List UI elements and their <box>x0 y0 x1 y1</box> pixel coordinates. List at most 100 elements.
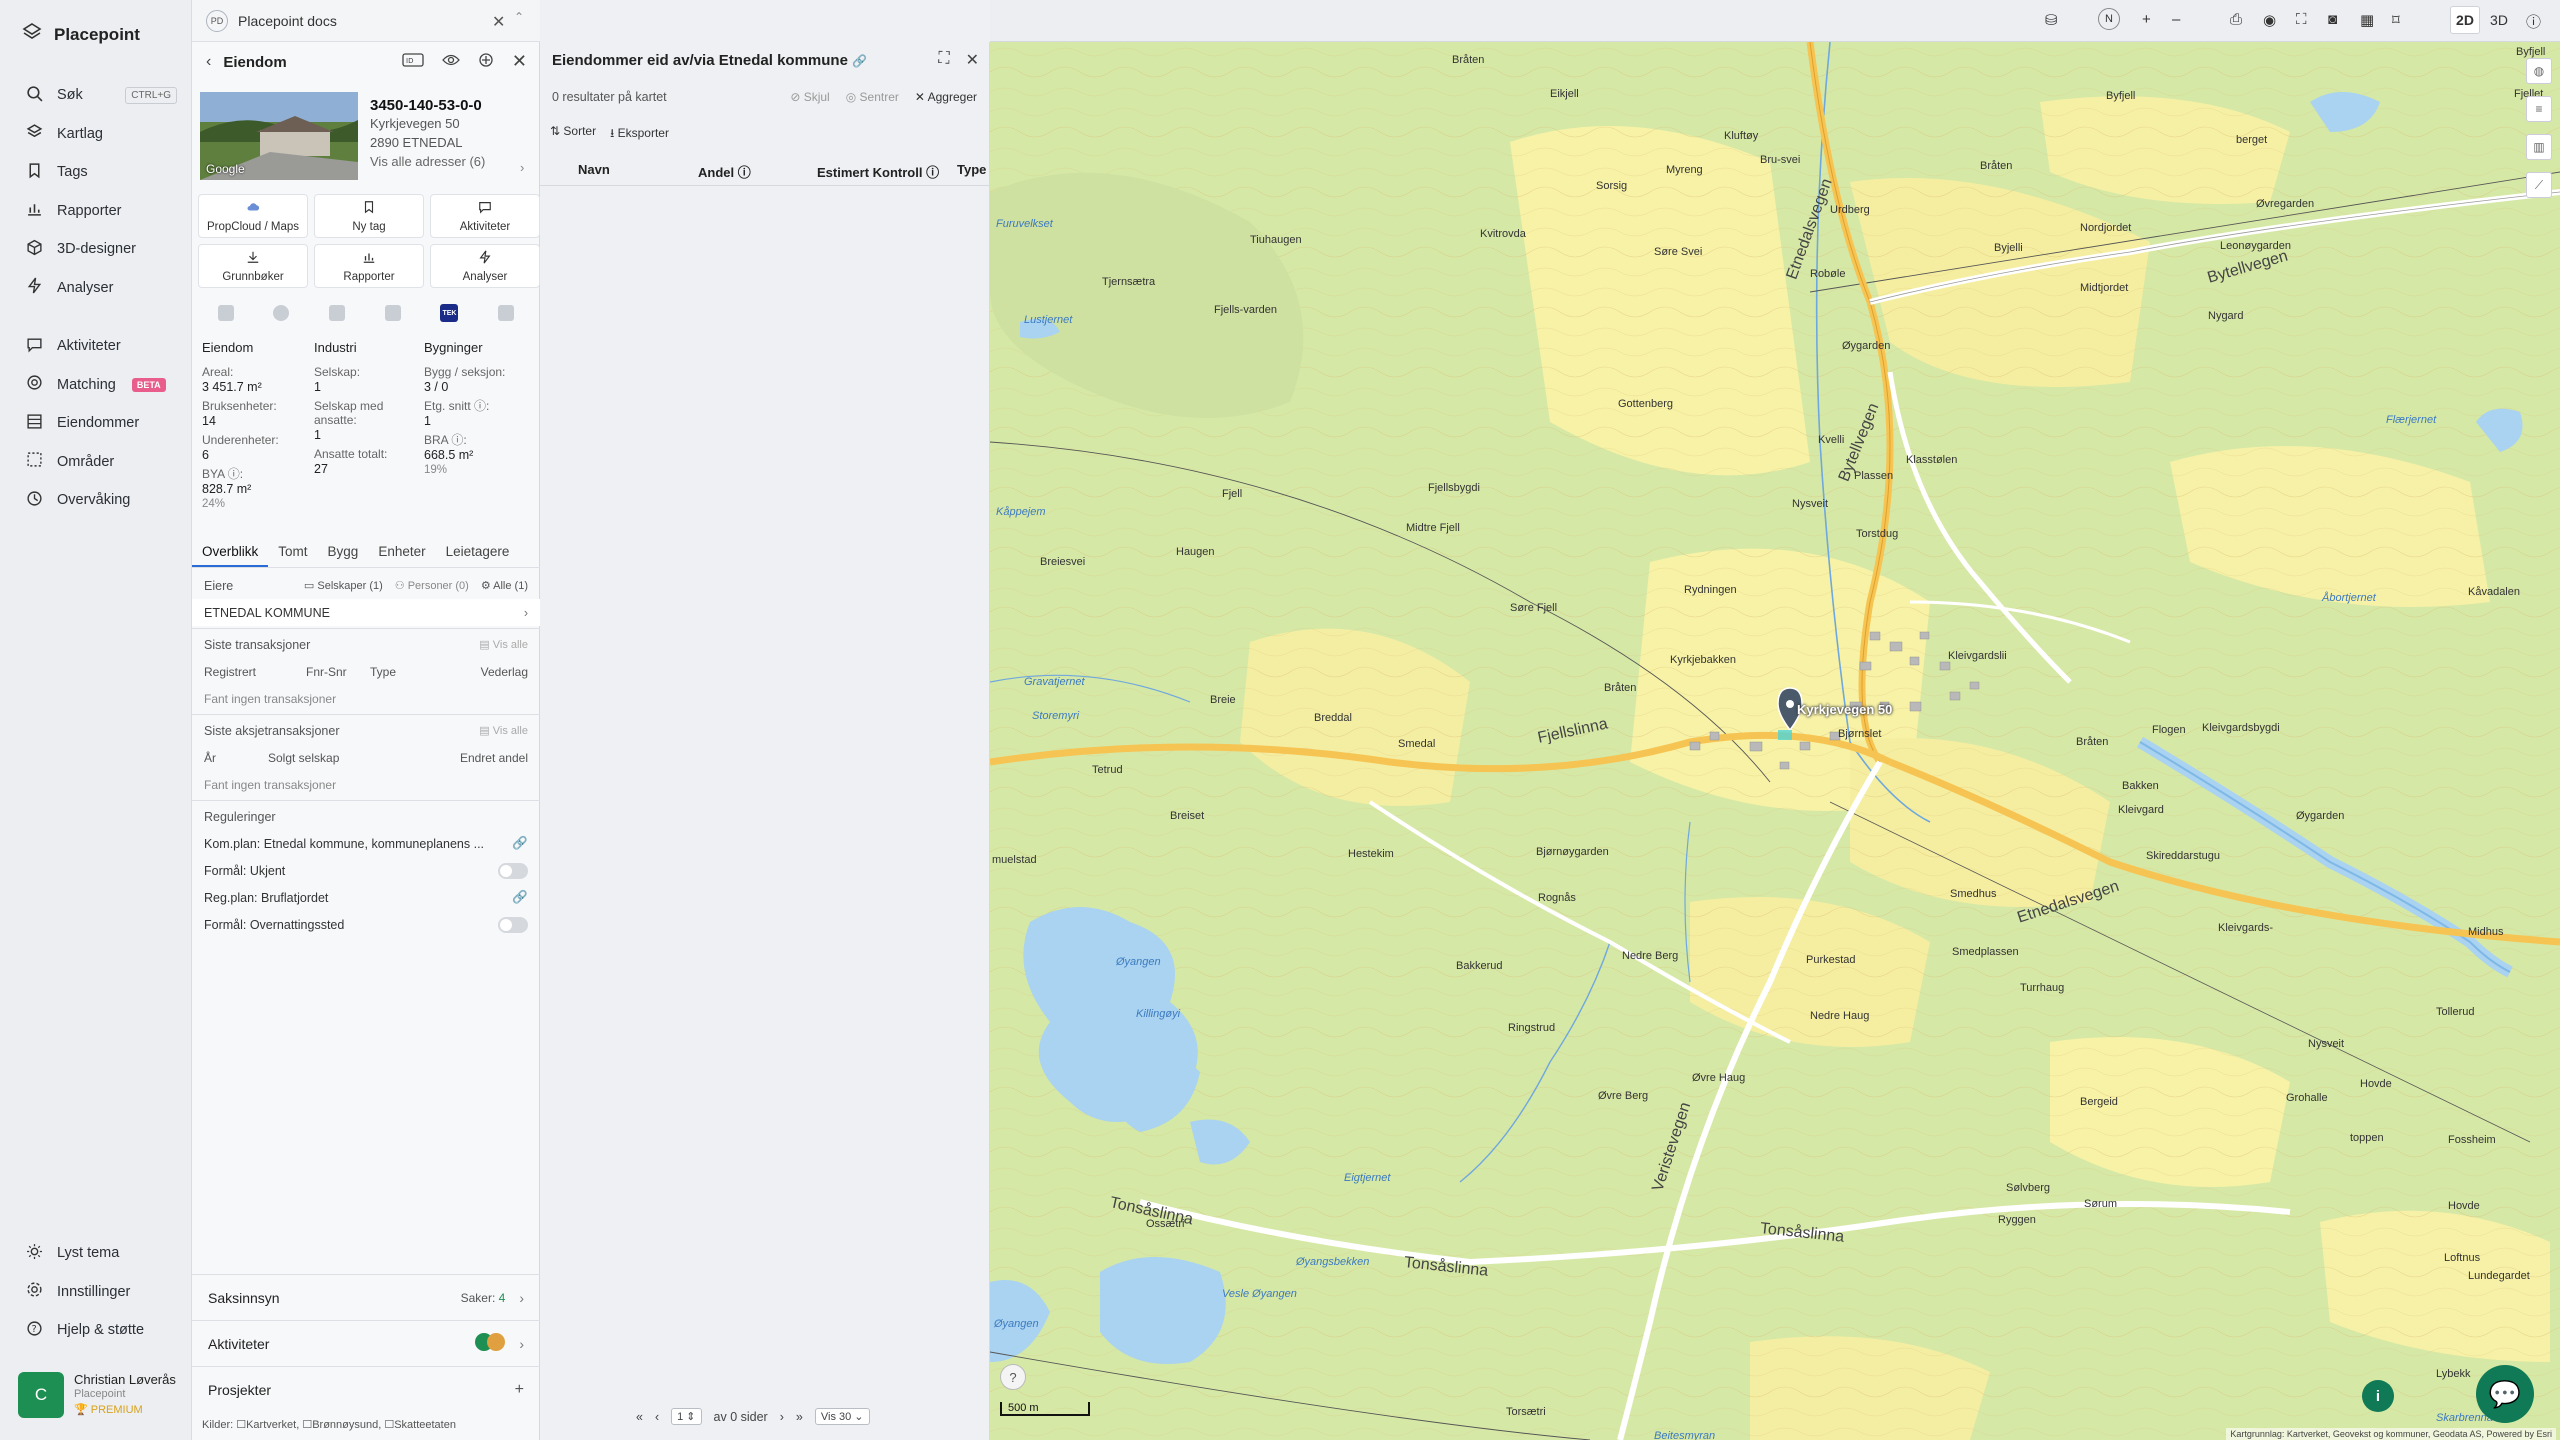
chat-button[interactable]: 💬 <box>2476 1365 2534 1423</box>
close-icon[interactable]: ✕ <box>512 51 527 72</box>
nav-item-tags[interactable]: Tags <box>0 153 191 192</box>
help-icon[interactable]: ? <box>1000 1364 1026 1390</box>
fullscreen-icon[interactable]: ⛶ <box>2296 11 2307 28</box>
hide-button[interactable]: ⊘ Skjul <box>790 90 829 104</box>
sort-button[interactable]: ⇅ Sorter <box>550 124 596 145</box>
zoom-out-icon[interactable]: – <box>2172 11 2180 28</box>
nav-item-omrader[interactable]: Områder <box>0 443 191 482</box>
column-header[interactable]: Navn <box>578 162 610 177</box>
reports-button[interactable]: Rapporter <box>314 244 424 288</box>
chevron-right-icon[interactable]: › <box>520 160 524 175</box>
source-tab-icon[interactable] <box>384 305 401 321</box>
crosshair-icon[interactable] <box>478 52 494 72</box>
filter-companies[interactable]: ▭ Selskaper (1) <box>304 579 383 592</box>
aggregate-button[interactable]: ✕ Aggreger <box>915 90 977 104</box>
user-profile[interactable]: C Christian Løverås Placepoint 🏆 PREMIUM <box>18 1372 176 1418</box>
show-all-stock[interactable]: ▤ Vis alle <box>479 724 528 737</box>
tab-enheter[interactable]: Enheter <box>368 536 435 567</box>
eye-icon[interactable] <box>442 53 460 71</box>
nav-item-search[interactable]: Søk CTRL+G <box>0 76 191 115</box>
center-button[interactable]: ◎ Sentrer <box>846 90 899 104</box>
id-card-icon[interactable]: ID <box>402 52 424 72</box>
regulation-row[interactable]: Kom.plan: Etnedal kommune, kommuneplanen… <box>192 830 540 857</box>
first-page-icon[interactable]: « <box>636 1410 643 1424</box>
eye-icon[interactable]: ◉ <box>2263 11 2276 29</box>
nav-item-help[interactable]: ? Hjelp & støtte <box>0 1311 191 1350</box>
new-tag-button[interactable]: Ny tag <box>314 194 424 238</box>
chart-icon[interactable]: ▥ <box>2526 134 2552 160</box>
nav-item-rapporter[interactable]: Rapporter <box>0 192 191 231</box>
back-icon[interactable]: ‹ <box>206 53 211 71</box>
brand[interactable]: Placepoint <box>22 22 140 47</box>
column-header[interactable]: Estimert Kontroll ⓘ <box>817 162 939 181</box>
camera-icon[interactable]: ◙ <box>2328 11 2337 28</box>
layers-stack-icon[interactable]: ⛁ <box>2045 11 2058 29</box>
link-icon[interactable]: 🔗 <box>852 54 867 68</box>
regulation-toggle[interactable] <box>498 916 528 933</box>
document-tab[interactable]: PD Placepoint docs ✕ ⌃ <box>192 0 540 42</box>
link-icon[interactable]: 🔗 <box>512 836 528 851</box>
nav-item-matching[interactable]: Matching BETA <box>0 366 191 405</box>
owner-row[interactable]: ETNEDAL KOMMUNE › <box>192 599 540 626</box>
source-tab-icon[interactable] <box>273 305 290 321</box>
aktiviteter-row[interactable]: Aktiviteter › <box>192 1320 540 1366</box>
analyses-button[interactable]: Analyser <box>430 244 540 288</box>
tab-bygg[interactable]: Bygg <box>318 536 369 567</box>
compass-icon[interactable]: N <box>2098 8 2120 30</box>
per-page-select[interactable]: Vis 30 ⌄ <box>814 1408 870 1425</box>
all-addresses-link[interactable]: Vis alle adresser (6) <box>370 152 485 171</box>
nav-item-aktiviteter[interactable]: Aktiviteter <box>0 327 191 366</box>
zoom-in-icon[interactable]: + <box>2142 11 2151 28</box>
activities-button[interactable]: Aktiviteter <box>430 194 540 238</box>
filter-all[interactable]: ⚙ Alle (1) <box>481 579 528 592</box>
export-button[interactable]: ⭳ Eksporter <box>610 124 669 145</box>
page-select[interactable]: 1 ⇕ <box>671 1408 702 1425</box>
prev-page-icon[interactable]: ‹ <box>655 1410 659 1424</box>
plus-icon[interactable]: + <box>515 1381 524 1399</box>
info-button[interactable]: i <box>2362 1380 2394 1412</box>
nav-item-settings[interactable]: Innstillinger <box>0 1273 191 1312</box>
layers-icon[interactable]: ≡ <box>2526 96 2552 122</box>
pin-label[interactable]: Kyrkjevegen 50 <box>1797 702 1892 717</box>
source-tab-icon[interactable] <box>217 305 234 321</box>
source-tab-icon[interactable] <box>329 305 346 321</box>
mode-3d-button[interactable]: 3D <box>2484 6 2514 34</box>
grunnboker-button[interactable]: Grunnbøker <box>198 244 308 288</box>
bookmark-icon[interactable]: ⌑ <box>2392 11 2400 29</box>
chevron-updown-icon[interactable]: ⌃ <box>514 10 524 24</box>
nav-item-analyser[interactable]: Analyser <box>0 269 191 308</box>
column-header[interactable]: Type <box>957 162 986 177</box>
regulation-row[interactable]: Reg.plan: Bruflatjordet 🔗 <box>192 884 540 911</box>
nav-item-theme[interactable]: Lyst tema <box>0 1234 191 1273</box>
last-page-icon[interactable]: » <box>796 1410 803 1424</box>
close-icon[interactable]: ✕ <box>966 50 979 70</box>
tab-overblikk[interactable]: Overblikk <box>192 536 269 567</box>
source-tab-icon[interactable] <box>498 305 515 321</box>
info-icon[interactable]: ⓘ <box>2526 11 2541 32</box>
nav-item-eiendommer[interactable]: Eiendommer <box>0 404 191 443</box>
measure-icon[interactable]: ⟋ <box>2526 172 2552 198</box>
regulation-toggle[interactable] <box>498 862 528 879</box>
prosjekter-row[interactable]: Prosjekter + <box>192 1366 540 1412</box>
link-icon[interactable]: 🔗 <box>512 890 528 905</box>
grid-icon[interactable]: ▦ <box>2360 11 2374 29</box>
tab-leietagere[interactable]: Leietagere <box>436 536 520 567</box>
saksinnsyn-row[interactable]: Saksinnsyn Saker: 4 › <box>192 1274 540 1320</box>
nav-item-3d-designer[interactable]: 3D-designer <box>0 230 191 269</box>
tab-tomt[interactable]: Tomt <box>268 536 317 567</box>
propcloud-button[interactable]: PropCloud / Maps <box>198 194 308 238</box>
filter-persons[interactable]: ⚇ Personer (0) <box>395 579 469 592</box>
property-thumbnail[interactable]: Google <box>200 92 358 180</box>
map-canvas[interactable]: Bråten Byfjell Fjellet Eikjell Kluftøy Byfjel… <box>990 42 2560 1440</box>
next-page-icon[interactable]: › <box>780 1410 784 1424</box>
print-icon[interactable]: ⎙ <box>2230 11 2242 28</box>
nav-item-kartlag[interactable]: Kartlag <box>0 115 191 154</box>
globe-icon[interactable]: ◍ <box>2526 58 2552 84</box>
nav-item-overvaking[interactable]: Overvåking <box>0 481 191 520</box>
show-all-transactions[interactable]: ▤ Vis alle <box>479 638 528 651</box>
expand-icon[interactable]: ⛶ <box>938 50 949 70</box>
column-header[interactable]: Andel ⓘ <box>698 162 751 181</box>
tek-tab-icon[interactable]: TEK <box>440 304 459 322</box>
mode-2d-button[interactable]: 2D <box>2450 6 2480 34</box>
close-icon[interactable]: ✕ <box>492 12 505 32</box>
